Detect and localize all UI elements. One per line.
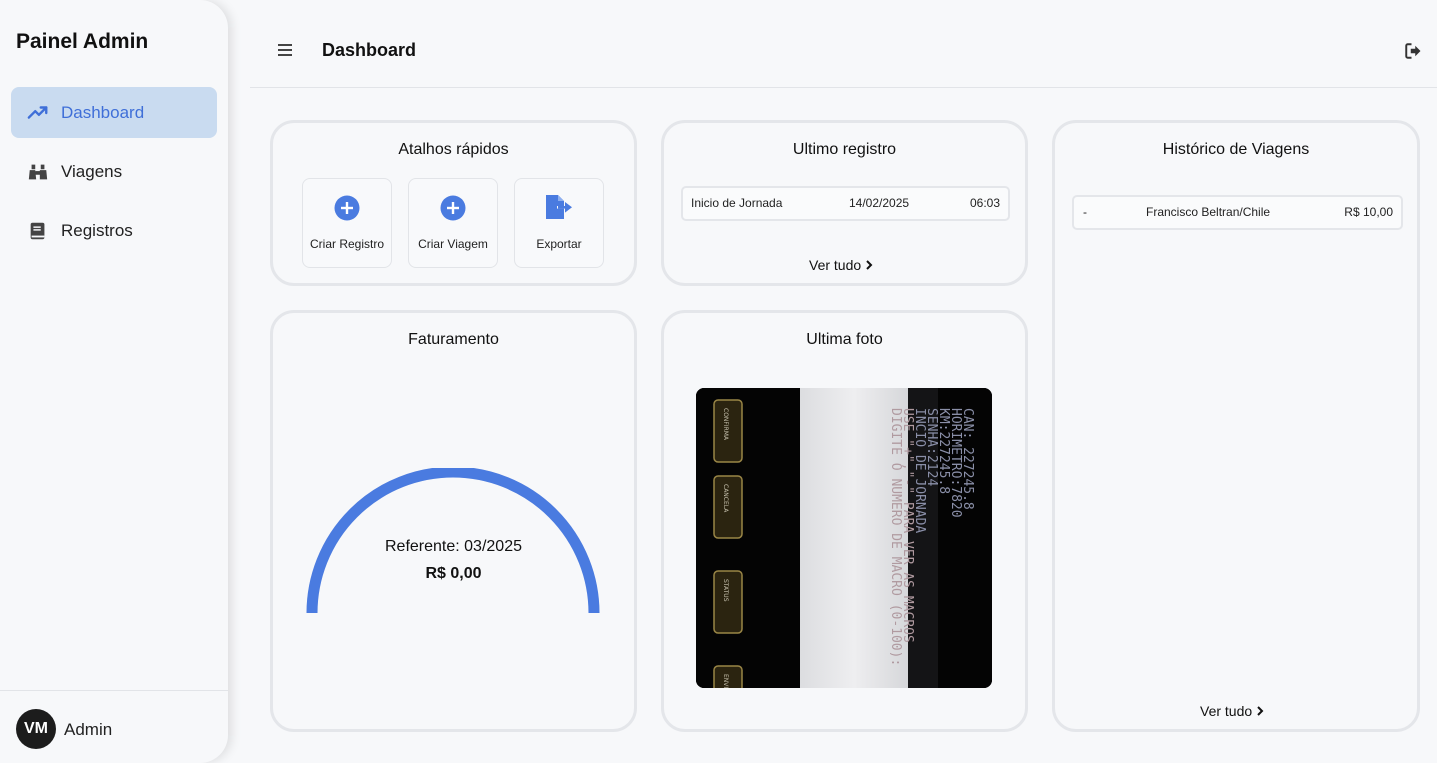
quick-actions-card: Atalhos rápidos Criar Registro Criar Via… bbox=[270, 120, 637, 286]
sidebar-item-label: Registros bbox=[61, 220, 133, 240]
record-date: 14/02/2025 bbox=[849, 196, 910, 210]
logout-icon[interactable] bbox=[1404, 42, 1422, 60]
record-type: Inicio de Jornada bbox=[691, 196, 783, 210]
brand-title: Painel Admin bbox=[16, 30, 149, 53]
create-trip-button[interactable]: Criar Viagem bbox=[408, 178, 498, 268]
file-export-icon bbox=[515, 193, 603, 221]
card-title: Faturamento bbox=[408, 331, 499, 348]
photo-device-key-label: ENVIA bbox=[722, 674, 729, 688]
trip-history-card: Histórico de Viagens - Francisco Beltran… bbox=[1052, 120, 1420, 732]
sidebar-item-label: Dashboard bbox=[61, 102, 145, 122]
shortcut-label: Criar Registro bbox=[309, 237, 384, 251]
shortcut-label: Exportar bbox=[536, 237, 582, 251]
sidebar: Painel Admin Dashboard Viagens Registros… bbox=[0, 0, 228, 763]
record-row[interactable]: Inicio de Jornada 14/02/2025 06:03 bbox=[681, 186, 1010, 221]
billing-amount: R$ 0,00 bbox=[425, 565, 482, 582]
create-record-button[interactable]: Criar Registro bbox=[302, 178, 392, 268]
plus-circle-icon bbox=[303, 195, 391, 221]
trip-row[interactable]: - Francisco Beltran/Chile R$ 10,00 bbox=[1072, 195, 1403, 230]
photo-device-key-label: STATUS bbox=[722, 579, 729, 602]
see-all-label: Ver tudo bbox=[809, 257, 862, 273]
photo-device-key-label: CANCELA bbox=[722, 484, 729, 513]
chevron-right-icon bbox=[1256, 706, 1264, 716]
book-icon bbox=[26, 219, 50, 243]
billing-card: Faturamento Referente: 03/2025 R$ 0,00 bbox=[270, 310, 637, 732]
billing-reference: Referente: 03/2025 bbox=[385, 538, 522, 555]
trip-route: Francisco Beltran/Chile bbox=[1146, 205, 1271, 219]
photo-screen-line: CAN: 227245.8 bbox=[960, 408, 975, 510]
sidebar-item-registros[interactable]: Registros bbox=[11, 205, 217, 256]
user-profile[interactable]: VM Admin bbox=[0, 690, 228, 763]
avatar: VM bbox=[16, 709, 56, 749]
top-header: Dashboard bbox=[250, 0, 1437, 88]
sidebar-item-label: Viagens bbox=[61, 161, 123, 181]
photo-device-key-label: CONFIRMA bbox=[722, 408, 729, 441]
binoculars-icon bbox=[26, 160, 50, 184]
export-button[interactable]: Exportar bbox=[514, 178, 604, 268]
card-title: Atalhos rápidos bbox=[398, 141, 509, 158]
page-title: Dashboard bbox=[322, 40, 417, 60]
last-photo-image[interactable]: CONFIRMA CANCELA STATUS ENVIA DIGITE O NUME… bbox=[696, 388, 992, 688]
trip-amount: R$ 10,00 bbox=[1344, 205, 1393, 219]
hamburger-icon[interactable] bbox=[277, 41, 295, 59]
card-title: Ultimo registro bbox=[792, 141, 897, 158]
trip-col1: - bbox=[1083, 205, 1087, 219]
chevron-right-icon bbox=[865, 260, 873, 270]
sidebar-item-dashboard[interactable]: Dashboard bbox=[11, 87, 217, 138]
card-title: Ultima foto bbox=[806, 331, 883, 348]
card-title: Histórico de Viagens bbox=[1162, 141, 1310, 158]
last-photo-card: Ultima foto CONFIRMA CANCELA STATUS ENVIA D… bbox=[661, 310, 1028, 732]
sidebar-item-viagens[interactable]: Viagens bbox=[11, 146, 217, 197]
shortcut-label: Criar Viagem bbox=[418, 237, 488, 251]
user-name: Admin bbox=[64, 720, 113, 739]
plus-circle-icon bbox=[409, 195, 497, 221]
see-all-trips-link[interactable]: Ver tudo bbox=[1200, 703, 1264, 719]
see-all-records-link[interactable]: Ver tudo bbox=[809, 257, 873, 273]
see-all-label: Ver tudo bbox=[1200, 703, 1253, 719]
trending-up-icon bbox=[26, 101, 50, 125]
record-time: 06:03 bbox=[969, 196, 1000, 210]
last-record-card: Ultimo registro Inicio de Jornada 14/02/… bbox=[661, 120, 1028, 286]
